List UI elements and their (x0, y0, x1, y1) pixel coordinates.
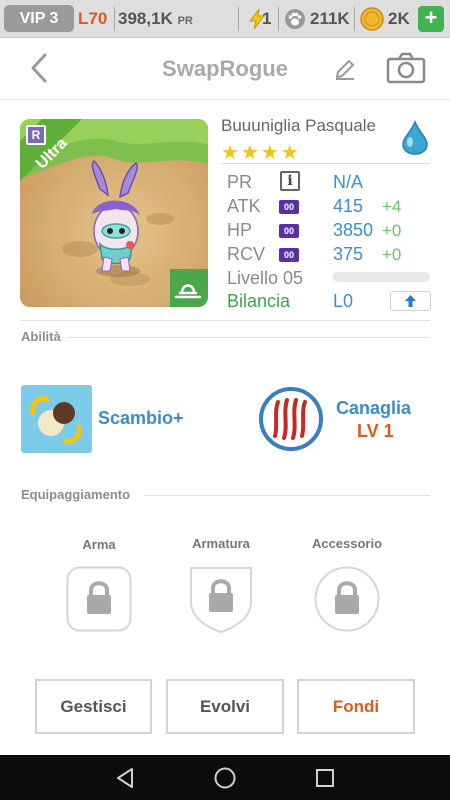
claw-leader-skill-icon[interactable] (258, 386, 324, 452)
divider (114, 7, 115, 31)
stat-label-atk: ATK (227, 196, 261, 216)
add-currency-button[interactable]: + (418, 6, 444, 32)
merge-button[interactable]: Fondi (297, 679, 415, 734)
stat-bonus-atk: +4 (382, 197, 402, 216)
rcv-plus-badge: 00 (279, 248, 299, 262)
back-arrow-icon[interactable] (22, 50, 58, 86)
status-bar: VIP 3 L70 398,1K PR 1 211K 2K + (0, 0, 450, 38)
divider (238, 7, 239, 31)
stat-bonus-rcv: +0 (382, 245, 402, 264)
atk-plus-badge: 00 (279, 200, 299, 214)
armor-slot[interactable] (188, 564, 254, 634)
stat-value-pr: N/A (333, 172, 364, 192)
weapon-slot-label: Arma (82, 537, 116, 552)
energy-count: 1 (262, 9, 272, 28)
power-rating: 398,1K PR (118, 5, 193, 32)
armor-slot-label: Armatura (192, 536, 250, 551)
edit-pencil-icon[interactable] (332, 56, 358, 82)
accessory-slot-label: Accessorio (311, 536, 383, 551)
info-icon[interactable]: i (280, 171, 300, 191)
divider (144, 495, 430, 496)
stat-value-atk: 415 (333, 196, 364, 216)
header: SwapRogue (0, 38, 450, 100)
vip-badge[interactable]: VIP 3 (4, 5, 74, 32)
level-label: Livello 05 (227, 268, 304, 288)
manage-button[interactable]: Gestisci (35, 679, 152, 734)
player-level: L70 (78, 9, 108, 28)
evolve-button[interactable]: Evolvi (166, 679, 284, 734)
divider (354, 7, 355, 31)
stat-bonus-hp: +0 (382, 221, 402, 240)
divider (68, 337, 430, 338)
power-rating-value: 398,1K (118, 9, 173, 28)
star-rating: ★★★★ (221, 142, 301, 164)
leader-skill-name[interactable]: Canaglia (336, 398, 411, 419)
stat-label-hp: HP (227, 220, 253, 240)
upgrade-button[interactable] (390, 291, 431, 311)
active-skill-name[interactable]: Scambio+ (98, 408, 184, 429)
stat-label-pr: PR (227, 172, 253, 192)
recents-square-icon[interactable] (313, 766, 337, 790)
monster-portrait[interactable]: R Ultra (20, 119, 208, 307)
stat-value-rcv: 375 (333, 244, 364, 264)
water-element-icon (402, 120, 428, 155)
swap-skill-icon[interactable] (21, 385, 92, 453)
leader-skill-level: LV 1 (357, 421, 394, 441)
weapon-slot[interactable] (66, 566, 132, 632)
divider (278, 7, 279, 31)
monster-name: Buuuniglia Pasquale (221, 116, 377, 135)
accessory-slot[interactable] (314, 566, 380, 632)
coin-count: 2K (388, 9, 410, 28)
element-balance-label: Bilancia (227, 291, 291, 311)
page-title: SwapRogue (162, 56, 288, 81)
divider (221, 163, 430, 164)
equipment-section-title: Equipaggiamento (21, 487, 131, 502)
level-progress-bar (333, 272, 430, 282)
coin-icon (360, 7, 384, 31)
paw-count: 211K (310, 9, 350, 28)
paw-icon (285, 9, 305, 29)
divider (20, 320, 430, 321)
stat-label-rcv: RCV (227, 244, 266, 264)
rarity-letter-badge: R (26, 125, 46, 145)
camera-icon[interactable] (386, 52, 426, 84)
system-nav-bar (0, 755, 450, 800)
home-circle-icon[interactable] (213, 766, 237, 790)
power-rating-unit: PR (177, 15, 193, 27)
skill-level-value: L0 (333, 291, 354, 311)
abilities-section-title: Abilità (21, 329, 61, 344)
up-arrow-icon (405, 295, 416, 307)
stat-value-hp: 3850 (333, 220, 374, 240)
swap-icon (21, 385, 92, 453)
back-triangle-icon[interactable] (113, 766, 137, 790)
hp-plus-badge: 00 (279, 224, 299, 238)
